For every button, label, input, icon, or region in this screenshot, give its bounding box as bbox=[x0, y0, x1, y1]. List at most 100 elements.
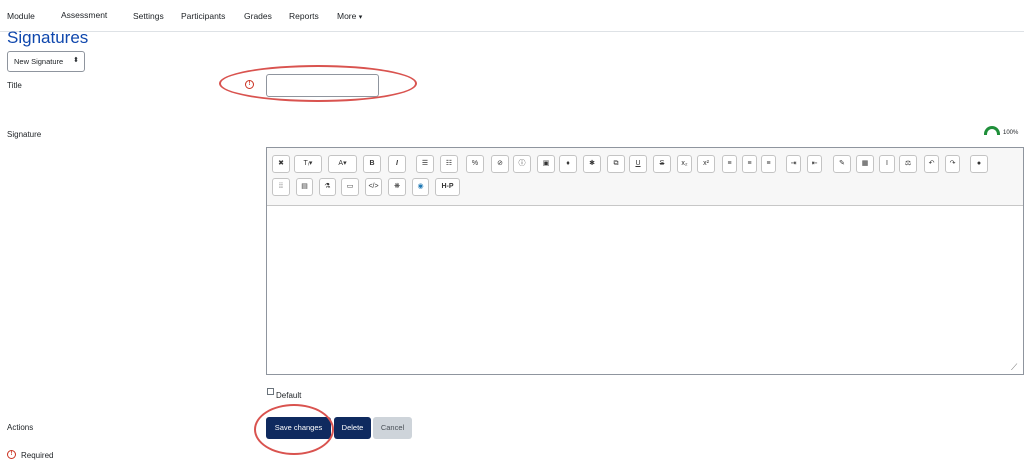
cancel-button[interactable]: Cancel bbox=[373, 417, 412, 439]
delete-button[interactable]: Delete bbox=[334, 417, 371, 439]
unordered-list-icon: ☰ bbox=[421, 160, 429, 167]
screen-reader-icon: ▭ bbox=[346, 183, 354, 190]
unlink-button[interactable]: ⊘ bbox=[491, 155, 509, 173]
outdent-icon: ⇤ bbox=[811, 160, 818, 167]
editor-toolbar: ✖ Tᵢ▾ A▾ B I ☰ ☷% ⊘ ⓘ ▣ ♦ ✱ ⧉ U Sx₂ x² ≡ ≡ ≡ ⇥ ⇤ ✎ ▦ I ⚖ ↶ ↷ ● ⁞⁞ ▤ ⚗… bbox=[267, 148, 1023, 206]
chevron-down-icon: ▾ bbox=[358, 14, 363, 21]
subscript-icon: x₂ bbox=[681, 160, 688, 167]
save-changes-button[interactable]: Save changes bbox=[266, 417, 331, 439]
nav-participants[interactable]: Participants bbox=[181, 11, 225, 21]
required-icon: ! bbox=[245, 80, 254, 89]
superscript-button[interactable]: x² bbox=[697, 155, 715, 173]
h5p-button[interactable]: H-P bbox=[435, 178, 460, 196]
secondary-navigation: Module Assessment Settings Participants … bbox=[0, 0, 1024, 32]
underline-icon: U bbox=[635, 160, 641, 167]
align-right-icon: ≡ bbox=[766, 160, 771, 167]
toggle-toolbar-button[interactable]: ⁞⁞ bbox=[272, 178, 290, 196]
nav-assessment[interactable]: Assessment bbox=[61, 10, 107, 20]
indent-button[interactable]: ⇥ bbox=[786, 155, 801, 173]
link-button[interactable]: % bbox=[466, 155, 484, 173]
calculator-icon: ▤ bbox=[301, 183, 308, 190]
image-icon: ▣ bbox=[542, 160, 550, 167]
nav-grades[interactable]: Grades bbox=[244, 11, 272, 21]
text-color-icon: A▾ bbox=[338, 160, 347, 167]
calculator-button[interactable]: ▤ bbox=[296, 178, 313, 196]
chemistry-icon: ⚗ bbox=[324, 183, 331, 190]
special-chars-button[interactable]: ❋ bbox=[388, 178, 406, 196]
nav-reports[interactable]: Reports bbox=[289, 11, 319, 21]
link-icon: % bbox=[471, 160, 479, 167]
record-button[interactable]: ◉ bbox=[412, 178, 429, 196]
align-left-button[interactable]: ≡ bbox=[722, 155, 737, 173]
indent-icon: ⇥ bbox=[790, 160, 797, 167]
redo-button[interactable]: ↷ bbox=[945, 155, 960, 173]
emoji-icon: ⓘ bbox=[518, 160, 526, 167]
required-legend-label: Required bbox=[21, 451, 54, 460]
gauge-icon bbox=[984, 126, 1000, 135]
subscript-button[interactable]: x₂ bbox=[677, 155, 692, 173]
strikethrough-button[interactable]: S bbox=[653, 155, 671, 173]
font-size-button[interactable]: Tᵢ▾ bbox=[294, 155, 322, 173]
record-icon: ◉ bbox=[417, 183, 424, 190]
title-input[interactable] bbox=[266, 74, 379, 97]
accessibility-checker-button[interactable]: ⚖ bbox=[899, 155, 917, 173]
image-button[interactable]: ▣ bbox=[537, 155, 555, 173]
editor-zoom-text: 100% bbox=[1003, 130, 1019, 136]
html-icon: </> bbox=[368, 183, 379, 190]
accessibility-checker-icon: ⚖ bbox=[904, 160, 912, 167]
signature-label: Signature bbox=[7, 130, 42, 139]
table-button[interactable]: ▦ bbox=[856, 155, 874, 173]
clear-format-button[interactable]: I bbox=[879, 155, 895, 173]
underline-button[interactable]: U bbox=[629, 155, 647, 173]
media-icon: ✱ bbox=[589, 160, 595, 167]
actions-label: Actions bbox=[7, 423, 34, 432]
fullscreen-button[interactable]: ✖ bbox=[272, 155, 290, 173]
font-size-icon: Tᵢ▾ bbox=[303, 160, 313, 167]
ordered-list-icon: ☷ bbox=[445, 160, 453, 167]
bold-button[interactable]: B bbox=[363, 155, 381, 173]
h5p-icon: H-P bbox=[441, 183, 454, 190]
undo-icon: ↶ bbox=[928, 160, 935, 167]
signature-select-value: New Signature bbox=[14, 57, 64, 66]
special-chars-icon: ❋ bbox=[394, 183, 400, 190]
chemistry-button[interactable]: ⚗ bbox=[319, 178, 336, 196]
audio-icon: ♦ bbox=[566, 160, 570, 167]
italic-button[interactable]: I bbox=[388, 155, 406, 173]
resize-handle-icon[interactable]: ⟋ bbox=[1011, 362, 1021, 372]
media-button[interactable]: ✱ bbox=[583, 155, 601, 173]
text-color-button[interactable]: A▾ bbox=[328, 155, 357, 173]
select-arrow-icon: ⬍ bbox=[73, 57, 79, 64]
default-checkbox[interactable] bbox=[267, 388, 274, 395]
undo-button[interactable]: ↶ bbox=[924, 155, 939, 173]
nav-more[interactable]: More ▾ bbox=[337, 11, 362, 21]
default-label: Default bbox=[276, 391, 302, 400]
audio-button[interactable]: ♦ bbox=[559, 155, 577, 173]
clear-format-icon: I bbox=[886, 160, 888, 167]
page-title: Signatures bbox=[7, 28, 89, 47]
nav-settings[interactable]: Settings bbox=[133, 11, 164, 21]
superscript-icon: x² bbox=[703, 160, 709, 167]
signature-editor[interactable]: ✖ Tᵢ▾ A▾ B I ☰ ☷% ⊘ ⓘ ▣ ♦ ✱ ⧉ U Sx₂ x² ≡ ≡ ≡ ⇥ ⇤ ✎ ▦ I ⚖ ↶ ↷ ● ⁞⁞ ▤ ⚗… bbox=[266, 147, 1024, 375]
align-right-button[interactable]: ≡ bbox=[761, 155, 776, 173]
unordered-list-button[interactable]: ☰ bbox=[416, 155, 434, 173]
nav-module[interactable]: Module bbox=[7, 11, 35, 21]
manage-files-icon: ⧉ bbox=[613, 160, 619, 167]
align-center-button[interactable]: ≡ bbox=[742, 155, 757, 173]
equation-button[interactable]: ✎ bbox=[833, 155, 851, 173]
emoji-button[interactable]: ⓘ bbox=[513, 155, 531, 173]
html-button[interactable]: </> bbox=[365, 178, 382, 196]
equation-icon: ✎ bbox=[839, 160, 845, 167]
help-button[interactable]: ● bbox=[970, 155, 988, 173]
toggle-toolbar-icon: ⁞⁞ bbox=[279, 183, 283, 190]
italic-icon: I bbox=[396, 160, 398, 167]
manage-files-button[interactable]: ⧉ bbox=[607, 155, 625, 173]
outdent-button[interactable]: ⇤ bbox=[807, 155, 822, 173]
fullscreen-icon: ✖ bbox=[278, 160, 284, 167]
nav-more-label: More bbox=[337, 11, 357, 21]
screen-reader-button[interactable]: ▭ bbox=[341, 178, 359, 196]
signature-select[interactable]: New Signature ⬍ bbox=[7, 51, 85, 72]
bold-icon: B bbox=[369, 160, 375, 167]
redo-icon: ↷ bbox=[949, 160, 956, 167]
ordered-list-button[interactable]: ☷ bbox=[440, 155, 458, 173]
table-icon: ▦ bbox=[861, 160, 869, 167]
